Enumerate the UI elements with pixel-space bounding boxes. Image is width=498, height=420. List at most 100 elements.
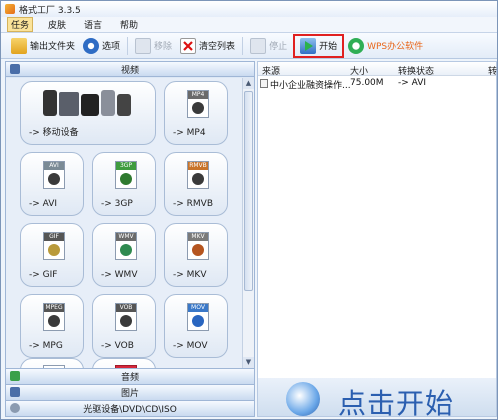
- tile-partial[interactable]: [20, 358, 84, 368]
- wps-label: WPS办公软件: [367, 42, 424, 52]
- scroll-thumb[interactable]: [244, 91, 253, 291]
- tile-label: -> AVI: [29, 199, 58, 209]
- remove-icon: [135, 37, 152, 54]
- tile-rmvb[interactable]: RMVB -> RMVB: [164, 152, 228, 216]
- category-audio-header[interactable]: 音频: [6, 368, 254, 384]
- format-tag: VOB: [116, 304, 136, 312]
- tile-label: -> 移动设备: [29, 128, 79, 138]
- toolbar: 输出文件夹 选项 移除 清空列表 停止 开始 WPS办公软件: [1, 33, 497, 59]
- category-video-label: 视频: [120, 65, 139, 76]
- gif-file-icon: GIF: [43, 232, 65, 260]
- tile-mp4[interactable]: MP4 -> MP4: [164, 81, 228, 145]
- start-banner[interactable]: 点击开始: [258, 378, 496, 420]
- banner-text: 点击开始: [338, 387, 455, 420]
- clear-list-button[interactable]: 清空列表: [176, 35, 239, 57]
- tile-avi[interactable]: AVI -> AVI: [20, 152, 84, 216]
- file-icon: [260, 79, 268, 88]
- title-bar: 格式工厂 3.3.5: [1, 1, 497, 17]
- folder-icon: [11, 37, 27, 54]
- film-reel-icon: [120, 315, 132, 327]
- tile-label: -> MKV: [173, 270, 207, 280]
- window-title: 格式工厂 3.3.5: [19, 5, 81, 16]
- row-source: 中小企业融资操作...: [270, 81, 351, 91]
- menu-skin[interactable]: 皮肤: [45, 18, 69, 31]
- scroll-down-icon[interactable]: ▼: [243, 357, 254, 368]
- category-disc-header[interactable]: 光驱设备\DVD\CD\ISO: [6, 400, 254, 416]
- task-list-panel: 来源 大小 转换状态 转 中小企业融资操作... 75.00M -> AVI 点…: [257, 61, 497, 420]
- tile-mkv[interactable]: MKV -> MKV: [164, 223, 228, 287]
- category-disc-label: 光驱设备\DVD\CD\ISO: [83, 405, 177, 415]
- tile-label: -> WMV: [101, 270, 138, 280]
- options-label: 选项: [102, 42, 121, 52]
- table-header: 来源 大小 转换状态 转: [258, 62, 497, 77]
- image-icon: [10, 387, 20, 397]
- format-tag: RMVB: [188, 162, 208, 170]
- tile-label: -> RMVB: [173, 199, 213, 209]
- format-tag: MOV: [188, 304, 208, 312]
- start-label: 开始: [319, 42, 338, 52]
- film-reel-icon: [192, 173, 204, 185]
- output-folder-label: 输出文件夹: [30, 42, 76, 52]
- menu-language[interactable]: 语言: [81, 18, 105, 31]
- stop-button[interactable]: 停止: [246, 35, 291, 57]
- tile-label: -> MP4: [173, 128, 206, 138]
- convert-globe-icon: [286, 382, 320, 416]
- category-image-header[interactable]: 图片: [6, 384, 254, 400]
- film-reel-icon: [48, 315, 60, 327]
- options-button[interactable]: 选项: [79, 35, 124, 57]
- row-size: 75.00M: [350, 78, 384, 88]
- start-icon: [300, 37, 317, 54]
- tile-label: -> VOB: [101, 341, 134, 351]
- format-tag: MP4: [188, 91, 208, 99]
- tile-mobile-device[interactable]: -> 移动设备: [20, 81, 156, 145]
- mkv-file-icon: MKV: [187, 232, 209, 260]
- menu-help[interactable]: 帮助: [117, 18, 141, 31]
- menu-bar: 任务 皮肤 语言 帮助: [1, 17, 497, 33]
- tile-mov[interactable]: MOV -> MOV: [164, 294, 228, 358]
- music-note-icon: [10, 371, 20, 381]
- format-grid: -> 移动设备 MP4 -> MP4 AVI -> AVI 3GP -> 3GP…: [6, 78, 242, 368]
- category-audio-label: 音频: [120, 373, 139, 383]
- remove-button[interactable]: 移除: [131, 35, 176, 57]
- tile-label: -> MPG: [29, 341, 63, 351]
- format-tag: 3GP: [116, 162, 136, 170]
- clear-list-label: 清空列表: [199, 42, 236, 52]
- mov-file-icon: MOV: [187, 303, 209, 331]
- clear-list-icon: [180, 37, 197, 54]
- menu-task[interactable]: 任务: [7, 17, 34, 32]
- avi-file-icon: AVI: [43, 161, 65, 189]
- film-reel-icon: [48, 173, 60, 185]
- table-row[interactable]: 中小企业融资操作... 75.00M -> AVI: [258, 76, 496, 91]
- scroll-up-icon[interactable]: ▲: [243, 78, 254, 89]
- app-logo-icon: [5, 4, 15, 14]
- disc-icon: [10, 403, 20, 413]
- wmv-file-icon: WMV: [115, 232, 137, 260]
- remove-label: 移除: [154, 42, 173, 52]
- tile-vob[interactable]: VOB -> VOB: [92, 294, 156, 358]
- output-folder-button[interactable]: 输出文件夹: [7, 35, 79, 57]
- 3gp-file-icon: 3GP: [115, 161, 137, 189]
- toolbar-separator: [127, 36, 129, 55]
- tile-label: -> MOV: [173, 341, 208, 351]
- film-reel-icon: [120, 244, 132, 256]
- stop-label: 停止: [269, 42, 288, 52]
- quicktime-icon: [192, 315, 204, 327]
- mobile-devices-icon: [43, 88, 133, 118]
- options-gear-icon: [83, 37, 100, 54]
- tile-mpg[interactable]: MPEG -> MPG: [20, 294, 84, 358]
- wps-office-button[interactable]: WPS办公软件: [344, 35, 427, 57]
- tile-wmv[interactable]: WMV -> WMV: [92, 223, 156, 287]
- vertical-scrollbar[interactable]: ▲ ▼: [242, 78, 254, 368]
- format-tag: MPEG: [44, 304, 64, 312]
- tile-3gp[interactable]: 3GP -> 3GP: [92, 152, 156, 216]
- category-video-header[interactable]: 视频: [6, 62, 254, 77]
- start-button[interactable]: 开始: [293, 33, 345, 58]
- film-reel-icon: [48, 244, 60, 256]
- film-reel-icon: [192, 244, 204, 256]
- wps-icon: [348, 37, 365, 54]
- tile-gif[interactable]: GIF -> GIF: [20, 223, 84, 287]
- film-reel-icon: [192, 102, 204, 114]
- tile-partial[interactable]: [92, 358, 156, 368]
- category-panel: 视频 -> 移动设备 MP4 -> MP4 AVI -> AVI 3GP -> …: [5, 61, 255, 417]
- format-tag: MKV: [188, 233, 208, 241]
